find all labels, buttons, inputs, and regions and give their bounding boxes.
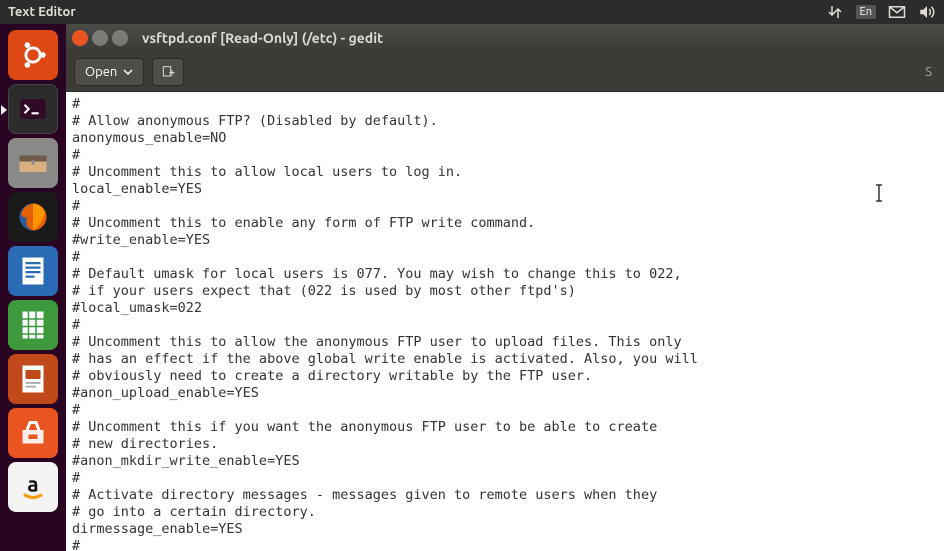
launcher-firefox[interactable]: [8, 192, 58, 242]
top-panel: Text Editor En: [0, 0, 944, 24]
launcher-amazon[interactable]: a: [8, 462, 58, 512]
launcher-writer[interactable]: [8, 246, 58, 296]
launcher-terminal[interactable]: [8, 84, 58, 134]
network-icon[interactable]: [826, 3, 844, 21]
window-maximize-icon[interactable]: [112, 30, 128, 46]
launcher-calc[interactable]: [8, 300, 58, 350]
window-title: vsftpd.conf [Read-Only] (/etc) - gedit: [142, 30, 383, 46]
gedit-toolbar: Open S: [66, 52, 944, 92]
window-titlebar[interactable]: vsftpd.conf [Read-Only] (/etc) - gedit: [66, 24, 944, 52]
launcher-files[interactable]: [8, 138, 58, 188]
editor-text-area[interactable]: # # Allow anonymous FTP? (Disabled by de…: [66, 92, 944, 551]
keyboard-lang-indicator[interactable]: En: [856, 5, 876, 19]
window-minimize-icon[interactable]: [92, 30, 108, 46]
new-tab-button[interactable]: [152, 58, 184, 86]
new-document-icon: [160, 64, 176, 80]
sound-icon[interactable]: [918, 3, 936, 21]
text-cursor-icon: [872, 184, 886, 202]
launcher-ubuntu-dash[interactable]: [8, 30, 58, 80]
gedit-window: vsftpd.conf [Read-Only] (/etc) - gedit O…: [66, 24, 944, 551]
unity-launcher: a: [0, 24, 66, 551]
chevron-down-icon: [123, 67, 133, 77]
panel-indicators: En: [826, 3, 936, 21]
window-close-icon[interactable]: [72, 30, 88, 46]
mail-icon[interactable]: [888, 3, 906, 21]
open-button[interactable]: Open: [74, 58, 144, 86]
launcher-software[interactable]: [8, 408, 58, 458]
svg-text:a: a: [27, 472, 38, 496]
launcher-impress[interactable]: [8, 354, 58, 404]
save-button-hint[interactable]: S: [925, 65, 936, 79]
open-button-label: Open: [85, 65, 117, 79]
panel-app-title: Text Editor: [8, 5, 826, 19]
